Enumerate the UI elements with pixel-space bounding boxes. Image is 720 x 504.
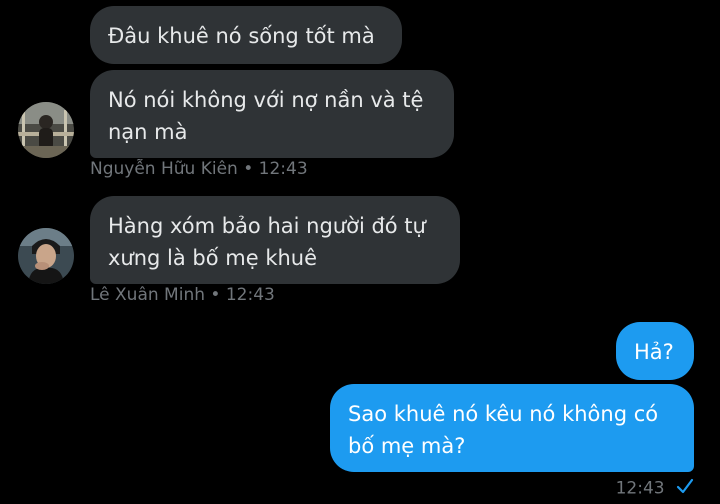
message-bubble-outgoing[interactable]: Sao khuê nó kêu nó không có bố mẹ mà? — [330, 384, 694, 472]
sender-name[interactable]: Nguyễn Hữu Kiên — [90, 159, 238, 179]
avatar-nguyen-huu-kien[interactable] — [18, 102, 74, 158]
sender-meta: Lê Xuân Minh • 12:43 — [90, 285, 275, 305]
sender-name[interactable]: Lê Xuân Minh — [90, 285, 205, 305]
sender-meta: Nguyễn Hữu Kiên • 12:43 — [90, 159, 308, 179]
meta-separator: • — [210, 285, 221, 305]
message-text: Đâu khuê nó sống tốt mà — [108, 24, 375, 48]
message-text: Hàng xóm bảo hai người đó tự xưng là bố … — [108, 214, 426, 270]
outgoing-meta: 12:43 — [616, 478, 694, 499]
message-text: Hả? — [634, 340, 674, 364]
message-time: 12:43 — [225, 285, 275, 305]
checkmark-icon — [676, 478, 694, 499]
meta-separator: • — [243, 159, 254, 179]
message-bubble-incoming[interactable]: Đâu khuê nó sống tốt mà — [90, 6, 402, 64]
message-text: Nó nói không với nợ nần và tệ nạn mà — [108, 88, 424, 144]
message-bubble-outgoing[interactable]: Hả? — [616, 322, 694, 380]
message-time: 12:43 — [258, 159, 308, 179]
message-bubble-incoming[interactable]: Hàng xóm bảo hai người đó tự xưng là bố … — [90, 196, 460, 284]
message-bubble-incoming[interactable]: Nó nói không với nợ nần và tệ nạn mà — [90, 70, 454, 158]
message-text: Sao khuê nó kêu nó không có bố mẹ mà? — [348, 402, 659, 458]
avatar-image — [18, 228, 74, 284]
message-time: 12:43 — [615, 478, 665, 499]
avatar-image — [18, 102, 74, 158]
avatar-le-xuan-minh[interactable] — [18, 228, 74, 284]
